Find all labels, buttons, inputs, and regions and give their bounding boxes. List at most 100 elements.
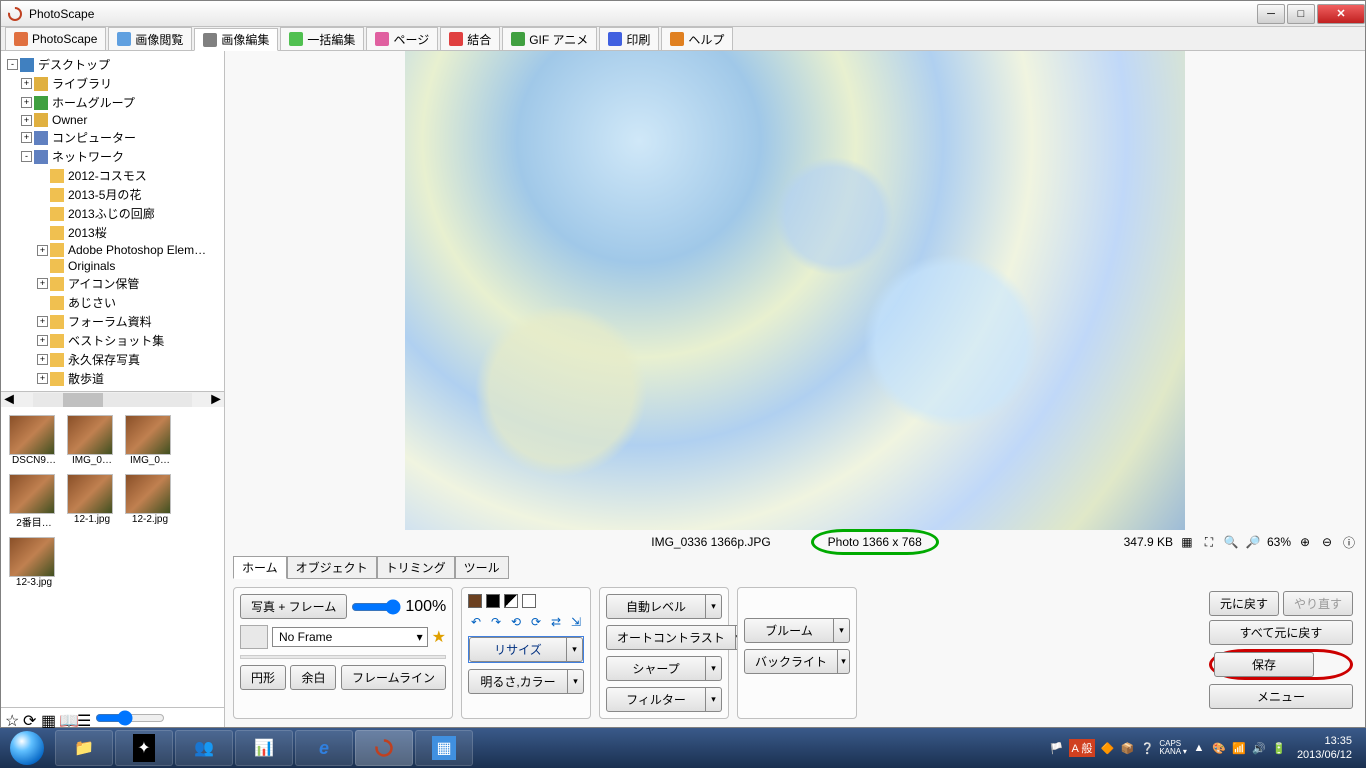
tab-1[interactable]: 画像閲覧 — [108, 27, 192, 50]
zoom-in-icon[interactable]: ⊕ — [1297, 534, 1313, 550]
rotate-right-icon[interactable]: ⟳ — [528, 614, 544, 630]
expand-icon[interactable]: - — [21, 151, 32, 162]
expand-icon[interactable]: + — [21, 97, 32, 108]
undo-all-button[interactable]: すべて元に戻す — [1209, 620, 1353, 645]
thumb-3[interactable]: 2番目… — [9, 474, 59, 529]
redo-button[interactable]: やり直す — [1283, 591, 1353, 616]
tree-root[interactable]: -デスクトップ — [5, 55, 220, 74]
brightness-dd[interactable]: ▾ — [568, 669, 584, 694]
tab-5[interactable]: 結合 — [440, 27, 500, 50]
start-button[interactable] — [0, 728, 54, 768]
book-icon[interactable]: 📖 — [59, 711, 73, 725]
tray-network-icon[interactable]: 📶 — [1231, 740, 1247, 756]
level-icon[interactable]: ⇲ — [568, 614, 584, 630]
close-button[interactable]: ✕ — [1317, 4, 1365, 24]
expand-icon[interactable]: - — [7, 59, 18, 70]
tab-3[interactable]: 一括編集 — [280, 27, 364, 50]
zoom-reset-icon[interactable]: 🔍 — [1223, 534, 1239, 550]
tree-item-12[interactable]: あじさい — [5, 293, 220, 312]
undo-icon[interactable]: ↶ — [468, 614, 484, 630]
expand-icon[interactable]: + — [37, 278, 48, 289]
save-button[interactable]: 保存 — [1214, 652, 1314, 677]
editor-tab-0[interactable]: ホーム — [233, 556, 287, 579]
tray-help-icon[interactable]: ❔ — [1139, 740, 1155, 756]
tab-8[interactable]: ヘルプ — [661, 27, 733, 50]
ime-caps[interactable]: CAPSKANA ▾ — [1159, 740, 1187, 756]
photo-frame-button[interactable]: 写真 + フレーム — [240, 594, 347, 619]
grid-icon[interactable]: ▦ — [41, 711, 55, 725]
redo-icon[interactable]: ↷ — [488, 614, 504, 630]
tree-item-15[interactable]: +永久保存写真 — [5, 350, 220, 369]
editor-tab-1[interactable]: オブジェクト — [287, 556, 377, 579]
tree-item-13[interactable]: +フォーラム資料 — [5, 312, 220, 331]
swatch-black[interactable] — [486, 594, 500, 608]
editor-tab-3[interactable]: ツール — [455, 556, 509, 579]
swatch-brown[interactable] — [468, 594, 482, 608]
expand-icon[interactable]: + — [37, 354, 48, 365]
expand-icon[interactable]: + — [21, 78, 32, 89]
flip-h-icon[interactable]: ⇄ — [548, 614, 564, 630]
bloom-button[interactable]: ブルーム — [744, 618, 834, 643]
expand-icon[interactable]: + — [37, 335, 48, 346]
fit-icon[interactable]: ⛶ — [1201, 534, 1217, 550]
resize-button[interactable]: リサイズ — [469, 637, 567, 662]
ime-indicator[interactable]: A 般 — [1069, 739, 1096, 757]
sharpen-button[interactable]: シャープ — [606, 656, 706, 681]
tree-item-4[interactable]: -ネットワーク — [5, 147, 220, 166]
backlight-dd[interactable]: ▾ — [838, 649, 850, 674]
undo-button[interactable]: 元に戻す — [1209, 591, 1279, 616]
tree-item-11[interactable]: +アイコン保管 — [5, 274, 220, 293]
tree-item-2[interactable]: +Owner — [5, 112, 220, 128]
tree-item-10[interactable]: Originals — [5, 258, 220, 274]
taskbar-app2[interactable]: ▦ — [415, 730, 473, 766]
tab-2[interactable]: 画像編集 — [194, 28, 278, 51]
expand-icon[interactable]: + — [37, 373, 48, 384]
frame-slider2[interactable] — [240, 655, 446, 659]
swatch-bw[interactable] — [504, 594, 518, 608]
filter-dd[interactable]: ▾ — [706, 687, 722, 712]
tree-item-9[interactable]: +Adobe Photoshop Elem… — [5, 242, 220, 258]
resize-dd[interactable]: ▾ — [567, 637, 583, 662]
frame-opacity-slider[interactable] — [351, 599, 401, 615]
backlight-button[interactable]: バックライト — [744, 649, 838, 674]
tray-av-icon[interactable]: 🎨 — [1211, 740, 1227, 756]
auto-level-button[interactable]: 自動レベル — [606, 594, 706, 619]
circle-button[interactable]: 円形 — [240, 665, 286, 690]
maximize-button[interactable]: □ — [1287, 4, 1315, 24]
zoom-1to1-icon[interactable]: 🔎 — [1245, 534, 1261, 550]
tree-item-1[interactable]: +ホームグループ — [5, 93, 220, 112]
taskbar-app1[interactable]: ✦ — [115, 730, 173, 766]
titlebar[interactable]: PhotoScape ─ □ ✕ — [1, 1, 1365, 27]
thumb-2[interactable]: IMG_0… — [125, 415, 175, 466]
taskbar-explorer[interactable]: 📁 — [55, 730, 113, 766]
tree-item-7[interactable]: 2013ふじの回廊 — [5, 204, 220, 223]
frameline-button[interactable]: フレームライン — [341, 665, 446, 690]
menu-button[interactable]: メニュー — [1209, 684, 1353, 709]
swatch-white[interactable] — [522, 594, 536, 608]
filter-button[interactable]: フィルター — [606, 687, 706, 712]
rotate-left-icon[interactable]: ⟲ — [508, 614, 524, 630]
tree-item-14[interactable]: +ベストショット集 — [5, 331, 220, 350]
editor-tab-2[interactable]: トリミング — [377, 556, 455, 579]
tray-expand-icon[interactable]: ▲ — [1191, 740, 1207, 756]
thumb-4[interactable]: 12-1.jpg — [67, 474, 117, 529]
clock[interactable]: 13:352013/06/12 — [1291, 734, 1358, 763]
refresh-icon[interactable]: ⟳ — [23, 711, 37, 725]
sharpen-dd[interactable]: ▾ — [706, 656, 722, 681]
checker-icon[interactable]: ▦ — [1179, 534, 1195, 550]
info-icon[interactable]: ⓘ — [1341, 534, 1357, 550]
frame-select[interactable]: No Frame — [272, 627, 428, 647]
bloom-dd[interactable]: ▾ — [834, 618, 850, 643]
margin-button[interactable]: 余白 — [290, 665, 336, 690]
expand-icon[interactable]: + — [21, 115, 32, 126]
taskbar[interactable]: 📁 ✦ 👥 📊 e ▦ 🏳️ A 般 🔶 📦 ❔ CAPSKANA ▾ ▲ 🎨 … — [0, 728, 1366, 768]
tab-7[interactable]: 印刷 — [599, 27, 659, 50]
auto-level-dd[interactable]: ▾ — [706, 594, 722, 619]
brightness-color-button[interactable]: 明るさ,カラー — [468, 669, 568, 694]
tray-icon2[interactable]: 📦 — [1119, 740, 1135, 756]
expand-icon[interactable]: + — [37, 245, 48, 256]
tray-volume-icon[interactable]: 🔊 — [1251, 740, 1267, 756]
expand-icon[interactable]: + — [21, 132, 32, 143]
tray-flag-icon[interactable]: 🏳️ — [1049, 740, 1065, 756]
tray-power-icon[interactable]: 🔋 — [1271, 740, 1287, 756]
